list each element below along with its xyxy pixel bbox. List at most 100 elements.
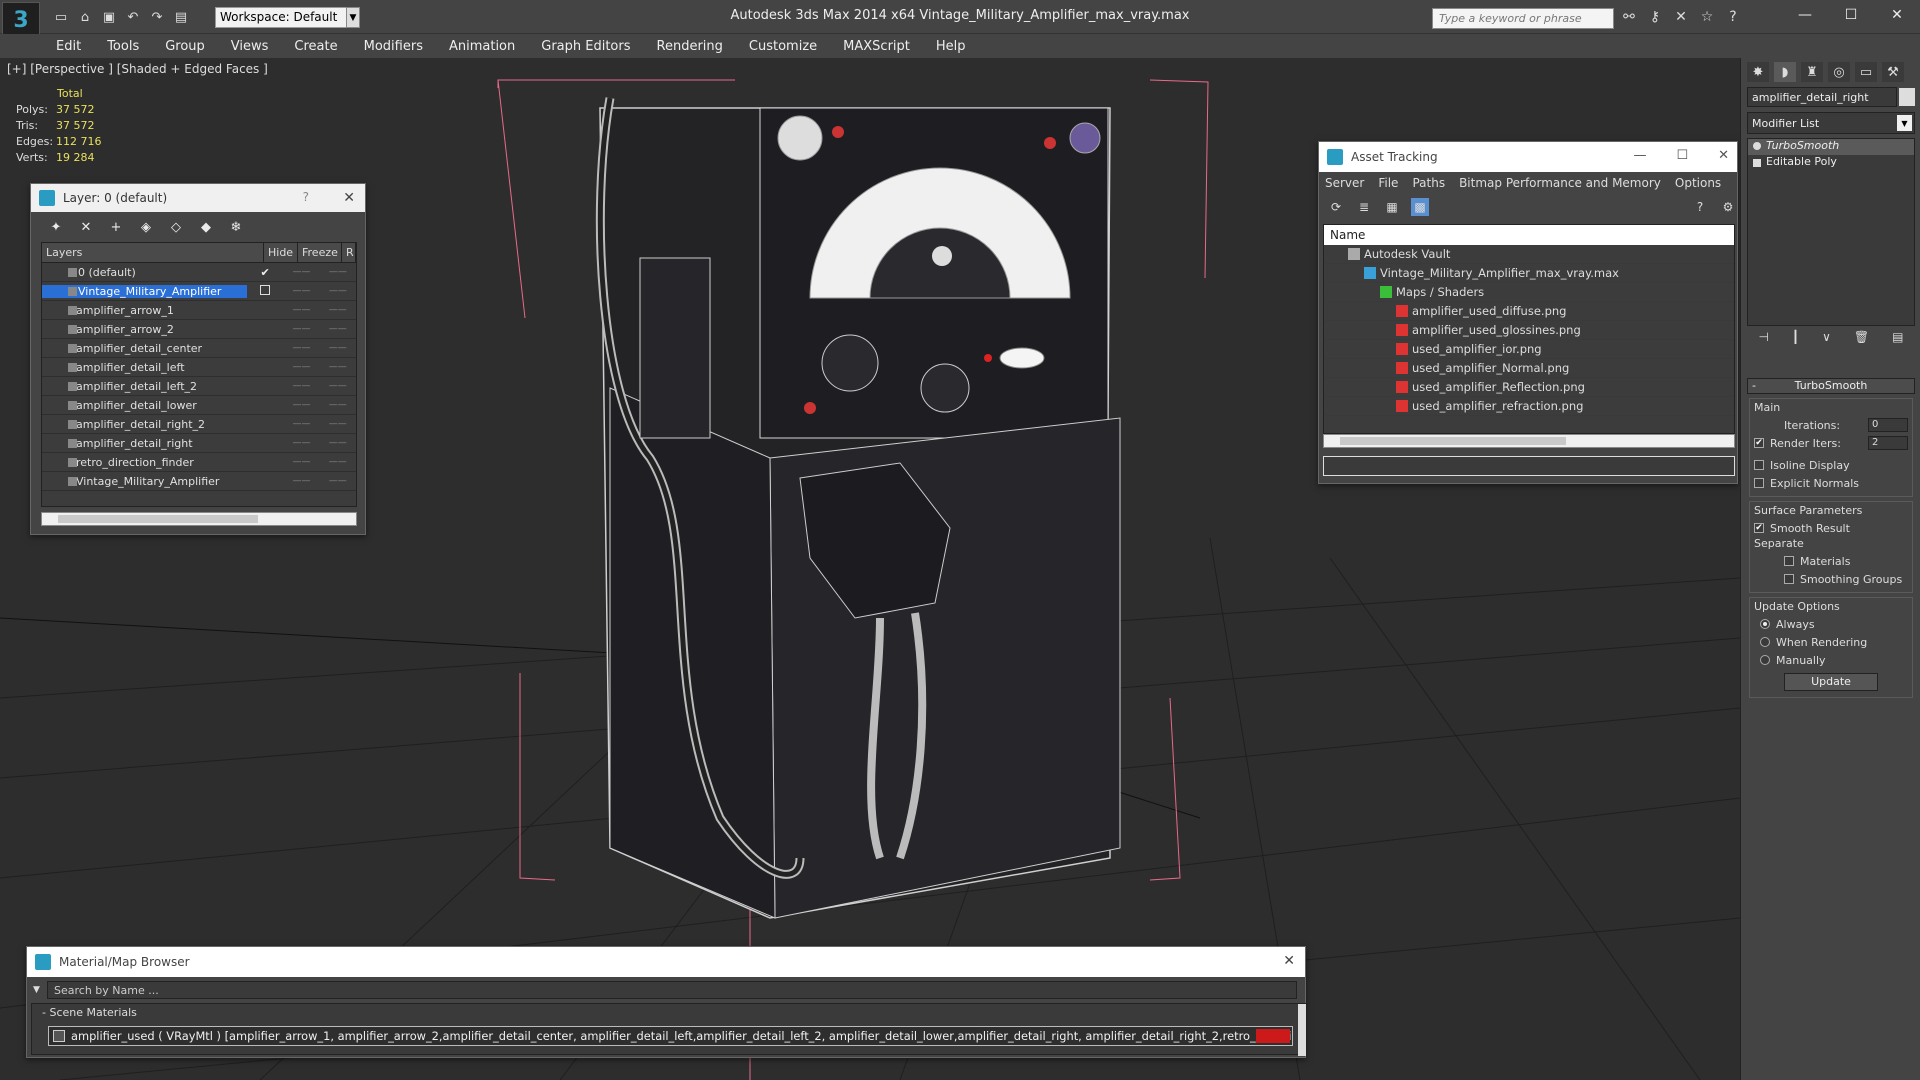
search-input[interactable]: Type a keyword or phrase [1432,8,1614,29]
add-to-layer-icon[interactable]: + [107,218,125,236]
col-render[interactable]: R [342,243,356,262]
settings-help-icon[interactable]: ⚙ [1719,198,1737,216]
freeze-toggle[interactable]: —— [320,381,356,391]
star-icon[interactable]: ☆ [1698,8,1716,26]
hide-toggle[interactable]: —— [283,286,319,296]
asset-path-field[interactable] [1323,456,1735,476]
project-folder-icon[interactable]: ▤ [172,8,190,26]
maximize-button[interactable]: ☐ [1828,0,1874,30]
current-layer-check-icon[interactable]: ✔ [247,266,283,279]
hide-toggle[interactable]: —— [283,343,319,353]
display-tab-icon[interactable]: ▭ [1855,62,1877,82]
hide-all-icon[interactable]: ◆ [197,218,215,236]
show-end-result-icon[interactable]: ┃ [1792,330,1799,350]
table-view-icon[interactable]: ▩ [1411,198,1429,216]
configure-sets-icon[interactable]: ▤ [1892,330,1903,350]
menu-help[interactable]: Help [936,39,966,54]
options-arrow-icon[interactable]: ▼ [33,985,40,995]
make-unique-icon[interactable]: ∨ [1822,330,1831,350]
freeze-toggle[interactable]: —— [320,438,356,448]
material-search-input[interactable]: Search by Name ... [47,981,1297,999]
hierarchy-tab-icon[interactable]: ♜ [1801,62,1823,82]
freeze-toggle[interactable]: —— [320,400,356,410]
hide-toggle[interactable]: —— [283,438,319,448]
object-row[interactable]: amplifier_detail_right —— —— [42,434,356,453]
hide-toggle[interactable]: —— [283,362,319,372]
hide-toggle[interactable]: —— [283,476,319,486]
delete-layer-icon[interactable]: ✕ [77,218,95,236]
layer-dialog-titlebar[interactable]: Layer: 0 (default) ? ✕ [31,184,365,212]
materials-checkbox[interactable] [1784,556,1794,566]
asset-maximize-button[interactable]: ☐ [1676,148,1688,163]
col-hide[interactable]: Hide [264,243,298,262]
utilities-tab-icon[interactable]: ⚒ [1882,62,1904,82]
freeze-toggle[interactable]: —— [320,457,356,467]
render-iters-checkbox[interactable]: ✔ [1754,438,1764,448]
object-row[interactable]: amplifier_arrow_1 —— —— [42,301,356,320]
material-vertical-scrollbar[interactable] [1298,1004,1306,1056]
list-view-icon[interactable]: ≣ [1355,198,1373,216]
when-rendering-radio[interactable] [1760,637,1770,647]
object-row[interactable]: amplifier_detail_center —— —— [42,339,356,358]
menu-create[interactable]: Create [294,39,337,54]
asset-tree-row[interactable]: amplifier_used_diffuse.png [1324,302,1734,321]
smooth-result-checkbox[interactable]: ✔ [1754,523,1764,533]
new-file-icon[interactable]: ▭ [52,8,70,26]
menu-customize[interactable]: Customize [749,39,817,54]
motion-tab-icon[interactable]: ◎ [1828,62,1850,82]
app-menu-button[interactable]: 3 [2,2,40,38]
update-button[interactable]: Update [1784,673,1878,691]
asset-menu-paths[interactable]: Paths [1412,176,1445,190]
workspace-menu-button[interactable]: ▼ [346,7,360,28]
layer-dialog-close-button[interactable]: ✕ [343,190,355,206]
current-layer-box[interactable] [247,284,283,298]
material-browser-close-button[interactable]: ✕ [1283,953,1295,969]
object-row[interactable]: amplifier_detail_left —— —— [42,358,356,377]
scene-materials-header[interactable]: - Scene Materials [32,1004,1306,1022]
asset-name-column[interactable]: Name [1324,225,1734,245]
lightbulb-icon[interactable] [1753,142,1761,150]
hide-toggle[interactable]: —— [283,324,319,334]
freeze-toggle[interactable]: —— [320,305,356,315]
asset-horizontal-scrollbar[interactable] [1323,434,1735,448]
rollout-header[interactable]: - TurboSmooth [1747,378,1915,394]
create-tab-icon[interactable]: ✸ [1747,62,1769,82]
freeze-toggle[interactable]: —— [320,324,356,334]
freeze-toggle[interactable]: —— [320,343,356,353]
asset-menu-file[interactable]: File [1378,176,1398,190]
explicit-normals-checkbox[interactable] [1754,478,1764,488]
asset-tree-row[interactable]: amplifier_used_glossines.png [1324,321,1734,340]
asset-minimize-button[interactable]: — [1633,148,1646,163]
object-row[interactable]: amplifier_detail_right_2 —— —— [42,415,356,434]
plus-box-icon[interactable] [1753,159,1761,167]
menu-modifiers[interactable]: Modifiers [364,39,423,54]
col-layers[interactable]: Layers [42,243,264,262]
asset-tree-row[interactable]: used_amplifier_refraction.png [1324,397,1734,416]
modify-tab-icon[interactable]: ◗ [1774,62,1796,82]
scrollbar-thumb[interactable] [58,515,258,523]
remove-modifier-icon[interactable]: 🗑 [1854,330,1869,350]
freeze-toggle[interactable]: —— [320,286,356,296]
material-browser-titlebar[interactable]: Material/Map Browser ✕ [27,947,1305,977]
menu-group[interactable]: Group [165,39,205,54]
stack-item-editable-poly[interactable]: Editable Poly [1748,155,1914,171]
layer-row-selected[interactable]: Vintage_Military_Amplifier —— —— [42,282,356,301]
save-icon[interactable]: ▣ [100,8,118,26]
menu-rendering[interactable]: Rendering [657,39,723,54]
freeze-all-icon[interactable]: ❄ [227,218,245,236]
menu-views[interactable]: Views [231,39,269,54]
asset-menu-server[interactable]: Server [1325,176,1364,190]
key-icon[interactable]: ⚷ [1646,8,1664,26]
menu-graph-editors[interactable]: Graph Editors [541,39,630,54]
iterations-spinner[interactable]: 0 [1868,418,1908,432]
object-row[interactable]: amplifier_arrow_2 —— —— [42,320,356,339]
asset-menu-bitmap-performance[interactable]: Bitmap Performance and Memory [1459,176,1661,190]
asset-tree-row[interactable]: used_amplifier_Normal.png [1324,359,1734,378]
workspace-select[interactable]: Workspace: Default▾ [215,7,355,28]
menu-tools[interactable]: Tools [107,39,139,54]
object-color-swatch[interactable] [1899,88,1915,106]
object-row[interactable]: retro_direction_finder —— —— [42,453,356,472]
asset-tree-row[interactable]: used_amplifier_Reflection.png [1324,378,1734,397]
hide-toggle[interactable]: —— [283,267,319,277]
asset-tree-row[interactable]: Vintage_Military_Amplifier_max_vray.max [1324,264,1734,283]
